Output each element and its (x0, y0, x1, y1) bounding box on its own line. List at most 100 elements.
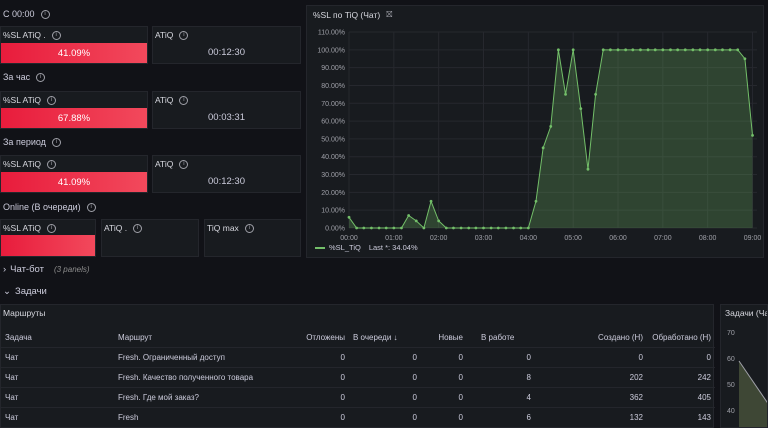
table-cell: 0 (294, 407, 349, 427)
info-icon[interactable]: i (40, 9, 50, 19)
column-header-task[interactable]: Задача (1, 327, 114, 348)
stat-panel-atiq-period[interactable]: ATiQ i 00:12:30 (152, 155, 301, 193)
info-icon[interactable]: i (179, 95, 189, 105)
table-cell: 362 (535, 387, 647, 408)
data-point (579, 107, 583, 111)
section-period-label: За период (3, 137, 46, 147)
stat-panel-atiq-since[interactable]: ATiQ i 00:12:30 (152, 26, 301, 64)
data-point (512, 226, 515, 230)
table-header-row: Задача Маршрут Отложены В очереди ↓ Новы… (1, 327, 715, 348)
y-tick-label: 80.00% (321, 83, 345, 90)
info-icon[interactable]: i (133, 223, 143, 233)
y-tick-label: 90.00% (321, 65, 345, 72)
data-point (534, 199, 538, 203)
column-header-processed[interactable]: Обработано (Н) (647, 327, 715, 348)
data-point (482, 226, 485, 230)
info-icon[interactable]: i (86, 202, 96, 212)
stat-panel-sl-online[interactable]: %SL ATiQ i (0, 219, 96, 257)
chart-panel-sl-tiq[interactable]: %SL по TiQ (Чат) ⛝ 0.00% 10.00% 20.00% 30.0… (306, 5, 764, 258)
y-tick-label: 70.00% (321, 101, 345, 108)
table-cell: 0 (294, 347, 349, 368)
info-icon[interactable]: i (46, 95, 56, 105)
panel-title-text: %SL ATiQ (3, 95, 41, 105)
table-cell: 0 (349, 387, 421, 408)
table-row[interactable]: Чат Fresh 0 0 0 6 132 143 (1, 407, 715, 427)
info-icon[interactable]: i (46, 223, 56, 233)
table-cell: 0 (421, 347, 467, 368)
data-point (392, 226, 396, 230)
data-point (347, 215, 351, 219)
data-point (631, 48, 635, 52)
data-point (474, 226, 478, 230)
stat-value: 41.09% (1, 172, 147, 192)
stat-panel-sl-since[interactable]: %SL ATiQ . i 41.09% (0, 26, 148, 64)
table-row[interactable]: Чат Fresh. Качество полученного товара 0… (1, 367, 715, 388)
stat-value: 00:12:30 (208, 175, 245, 187)
row-group-chatbot[interactable]: › Чат-бот (3 panels) (3, 264, 90, 275)
info-icon[interactable]: i (179, 159, 189, 169)
table-cell: 4 (467, 387, 535, 408)
data-point (669, 48, 672, 52)
y-tick-label: 100.00% (317, 47, 345, 54)
info-icon[interactable]: i (36, 72, 46, 82)
data-point (743, 57, 747, 61)
table-cell: 0 (421, 407, 467, 427)
data-point (564, 92, 567, 96)
column-header-created[interactable]: Создано (Н) (535, 327, 647, 348)
stat-panel-tiqmax-online[interactable]: TiQ max i (204, 219, 301, 257)
table-row[interactable]: Чат Fresh. Где мой заказ? 0 0 0 4 362 40… (1, 387, 715, 408)
info-icon[interactable]: i (51, 137, 61, 147)
data-point (541, 146, 545, 150)
legend-series-label: %SL_TiQ (329, 243, 361, 252)
data-point (608, 48, 612, 52)
column-header-postponed[interactable]: Отложены (294, 327, 349, 348)
table-row[interactable]: Чат Fresh. Ограниченный доступ 0 0 0 0 0… (1, 347, 715, 368)
table-cell: 0 (349, 407, 421, 427)
column-header-in-queue[interactable]: В очереди ↓ (349, 327, 421, 348)
table-cell: Fresh. Где мой заказ? (114, 387, 294, 408)
stat-panel-atiq-online[interactable]: ATiQ . i (101, 219, 199, 257)
chevron-right-icon: › (3, 264, 7, 275)
x-tick-label: 04:00 (520, 235, 538, 242)
data-point (646, 48, 650, 52)
tasks-chart-panel[interactable]: Задачи (Ча 70 60 50 40 (720, 304, 768, 428)
stat-panel-sl-hour[interactable]: %SL ATiQ i 67.88% (0, 91, 148, 129)
section-last-hour-label: За час (3, 72, 31, 82)
routes-table-panel[interactable]: Маршруты Задача Маршрут Отложены В очере… (0, 304, 715, 428)
column-header-new[interactable]: Новые (421, 327, 467, 348)
table-cell: 0 (349, 367, 421, 388)
column-header-in-progress[interactable]: В работе (467, 327, 535, 348)
data-point (594, 92, 597, 96)
y-tick-label: 110.00% (318, 30, 345, 37)
table-cell: 0 (349, 347, 421, 368)
info-icon[interactable]: i (46, 159, 56, 169)
data-point (571, 48, 575, 52)
chart-legend[interactable]: %SL_TiQ Last *: 34.04% (315, 243, 418, 252)
row-group-tasks[interactable]: ⌄ Задачи (3, 286, 47, 297)
section-period: За период i (3, 137, 61, 147)
info-icon[interactable]: i (179, 30, 189, 40)
y-tick-label: 0.00% (325, 226, 345, 233)
data-point (698, 48, 702, 52)
section-since-midnight-label: С 00:00 (3, 9, 35, 19)
section-since-midnight: С 00:00 i (3, 9, 50, 19)
section-online: Online (В очереди) i (3, 202, 96, 212)
chart-svg: 0.00% 10.00% 20.00% 30.00% 40.00% 50.00% 60.00… (317, 30, 761, 243)
table-cell: Чат (1, 347, 114, 368)
legend-swatch (315, 246, 325, 249)
panel-title-text: %SL ATiQ (3, 223, 41, 233)
stat-panel-sl-period[interactable]: %SL ATiQ i 41.09% (0, 155, 148, 193)
panel-title: %SL ATiQ i (3, 95, 56, 105)
stat-panel-atiq-hour[interactable]: ATiQ i 00:03:31 (152, 91, 301, 129)
section-last-hour: За час i (3, 72, 46, 82)
data-point (691, 48, 695, 52)
data-point (452, 226, 455, 230)
table-cell: 242 (647, 367, 715, 388)
panel-title-text: ATiQ (155, 95, 174, 105)
info-icon[interactable]: i (244, 223, 254, 233)
column-header-route[interactable]: Маршрут (114, 327, 294, 348)
stat-value: 00:12:30 (208, 46, 245, 58)
info-icon[interactable]: i (51, 30, 61, 40)
table-cell: 0 (647, 347, 715, 368)
data-point (556, 48, 560, 52)
